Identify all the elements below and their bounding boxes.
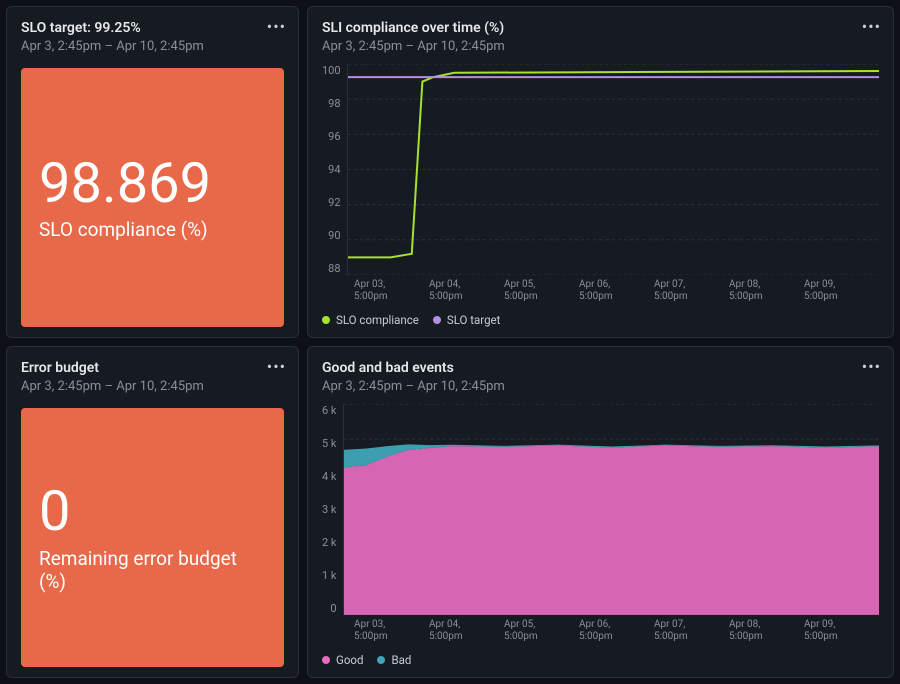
sli-chart-svg: [348, 64, 879, 275]
legend-label: Bad: [391, 653, 411, 667]
panel-title: SLI compliance over time (%): [322, 19, 879, 37]
error-budget-card: 0 Remaining error budget (%): [21, 408, 284, 667]
panel-menu-icon[interactable]: •••: [862, 17, 881, 36]
events-plot: [343, 404, 880, 615]
panel-title: Good and bad events: [322, 359, 879, 377]
dashboard-grid: ••• SLO target: 99.25% Apr 3, 2:45pm – A…: [6, 6, 894, 678]
slo-compliance-value: 98.869: [39, 154, 266, 213]
legend-dot-icon: [322, 316, 330, 324]
panel-subtitle: Apr 3, 2:45pm – Apr 10, 2:45pm: [21, 39, 284, 56]
chart-body: 100989694929088 Apr 03,5:00pmApr 04,5:00…: [322, 64, 879, 327]
panel-header: SLI compliance over time (%) Apr 3, 2:45…: [322, 19, 879, 56]
panel-subtitle: Apr 3, 2:45pm – Apr 10, 2:45pm: [322, 379, 879, 396]
sli-plot: [347, 64, 879, 275]
panel-subtitle: Apr 3, 2:45pm – Apr 10, 2:45pm: [322, 39, 879, 56]
panel-sli-compliance: ••• SLI compliance over time (%) Apr 3, …: [307, 6, 894, 338]
panel-slo-target: ••• SLO target: 99.25% Apr 3, 2:45pm – A…: [6, 6, 299, 338]
panel-error-budget: ••• Error budget Apr 3, 2:45pm – Apr 10,…: [6, 346, 299, 678]
chart-body: 6 k5 k4 k3 k2 k1 k0 Apr 03,5:00pmApr 04,…: [322, 404, 879, 667]
x-axis: Apr 03,5:00pmApr 04,5:00pmApr 05,5:00pmA…: [354, 279, 879, 303]
y-axis: 6 k5 k4 k3 k2 k1 k0: [322, 404, 343, 615]
legend: SLO compliance SLO target: [322, 313, 879, 327]
panel-title: Error budget: [21, 359, 284, 377]
legend-item[interactable]: SLO compliance: [322, 313, 419, 327]
panel-events: ••• Good and bad events Apr 3, 2:45pm – …: [307, 346, 894, 678]
x-axis: Apr 03,5:00pmApr 04,5:00pmApr 05,5:00pmA…: [354, 619, 879, 643]
panel-title: SLO target: 99.25%: [21, 19, 284, 37]
y-axis: 100989694929088: [322, 64, 347, 275]
legend-label: Good: [336, 653, 363, 667]
legend-dot-icon: [322, 656, 330, 664]
panel-subtitle: Apr 3, 2:45pm – Apr 10, 2:45pm: [21, 379, 284, 396]
legend-item[interactable]: Bad: [377, 653, 411, 667]
legend: Good Bad: [322, 653, 879, 667]
legend-item[interactable]: Good: [322, 653, 363, 667]
panel-header: Error budget Apr 3, 2:45pm – Apr 10, 2:4…: [21, 359, 284, 396]
legend-label: SLO target: [447, 313, 501, 327]
panel-header: SLO target: 99.25% Apr 3, 2:45pm – Apr 1…: [21, 19, 284, 56]
panel-header: Good and bad events Apr 3, 2:45pm – Apr …: [322, 359, 879, 396]
slo-compliance-card: 98.869 SLO compliance (%): [21, 68, 284, 327]
panel-menu-icon[interactable]: •••: [267, 17, 286, 36]
events-chart-svg: [344, 404, 880, 615]
legend-label: SLO compliance: [336, 313, 419, 327]
panel-menu-icon[interactable]: •••: [862, 357, 881, 376]
error-budget-value: 0: [39, 482, 266, 541]
error-budget-caption: Remaining error budget (%): [39, 547, 266, 593]
legend-dot-icon: [433, 316, 441, 324]
slo-compliance-caption: SLO compliance (%): [39, 218, 266, 241]
legend-dot-icon: [377, 656, 385, 664]
panel-menu-icon[interactable]: •••: [267, 357, 286, 376]
legend-item[interactable]: SLO target: [433, 313, 501, 327]
